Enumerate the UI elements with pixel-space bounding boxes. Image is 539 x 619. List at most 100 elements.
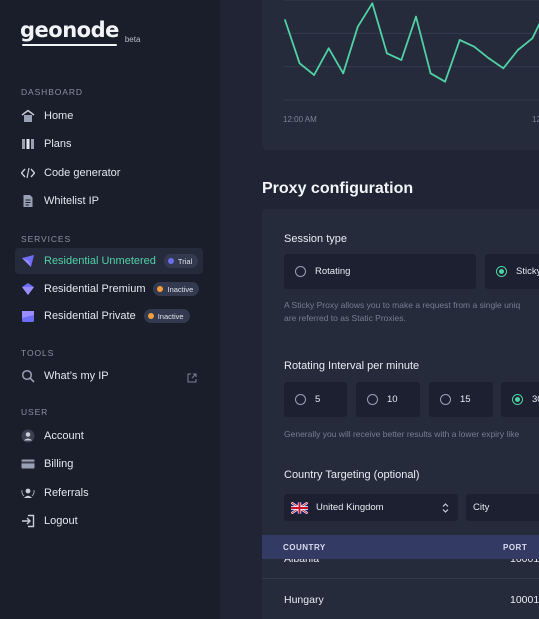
column-header-country: COUNTRY [283, 543, 326, 552]
radio-selected[interactable] [512, 394, 523, 405]
usage-chart-card: 12:00 AM 12 [262, 0, 539, 150]
interval-option-5[interactable]: 5 [284, 382, 347, 417]
series-line [284, 2, 539, 83]
unmetered-icon [21, 254, 35, 268]
sidebar-item-logout[interactable]: Logout [15, 508, 203, 534]
section-user: USER [21, 407, 49, 417]
sidebar-item-label: Residential Unmetered [44, 255, 156, 267]
data-point [516, 49, 519, 51]
country-cell: Hungary [284, 594, 324, 606]
radio-unselected[interactable] [295, 266, 306, 277]
x-tick-label: 12 [532, 115, 539, 124]
plans-icon [21, 137, 35, 151]
document-icon [21, 194, 35, 208]
sidebar-item-label: Referrals [44, 487, 89, 499]
trial-badge: Trial [163, 254, 199, 268]
status-dot [157, 286, 164, 292]
option-label: 10 [387, 394, 398, 405]
help-line: A Sticky Proxy allows you to make a requ… [284, 300, 521, 310]
sidebar-item-whitelist-ip[interactable]: Whitelist IP [15, 188, 203, 214]
data-point [327, 47, 330, 50]
beta-tag: beta [124, 35, 141, 44]
sidebar: geonode beta DASHBOARD Home Plans Code g… [0, 0, 220, 619]
data-point [531, 37, 534, 40]
sidebar-item-label: Residential Premium [44, 283, 146, 295]
data-point [444, 80, 447, 83]
sidebar-item-code-generator[interactable]: Code generator [15, 160, 203, 186]
data-point [502, 67, 505, 70]
table-header-overlay: COUNTRY PORT [262, 535, 539, 559]
data-point [356, 25, 359, 28]
sidebar-item-plans[interactable]: Plans [15, 131, 203, 157]
data-point [473, 45, 476, 48]
country-select-value: United Kingdom [316, 502, 384, 513]
sidebar-item-label: Code generator [44, 167, 121, 179]
sidebar-item-label: What’s my IP [44, 370, 109, 382]
search-icon [21, 369, 35, 383]
code-icon [21, 166, 35, 180]
sidebar-item-residential-private[interactable]: Residential Private Inactive [15, 303, 203, 329]
sidebar-item-label: Plans [44, 138, 72, 150]
data-point [487, 57, 490, 60]
sidebar-item-label: Whitelist IP [44, 195, 100, 207]
interval-help-text: Generally you will receive better result… [284, 429, 520, 439]
data-point [371, 2, 374, 5]
help-line: are referred to as Static Proxies. [284, 313, 406, 323]
data-point [313, 74, 316, 76]
data-point [385, 52, 388, 55]
sidebar-item-residential-unmetered[interactable]: Residential Unmetered Trial [15, 248, 203, 274]
external-link-icon[interactable] [187, 370, 197, 388]
data-point [429, 72, 432, 75]
interval-option-10[interactable]: 10 [356, 382, 420, 417]
home-icon [21, 109, 35, 123]
radio-selected[interactable] [496, 266, 507, 277]
session-option-sticky[interactable]: Sticky [485, 254, 539, 289]
rotating-interval-label: Rotating Interval per minute [284, 360, 420, 372]
uk-flag-icon [291, 501, 308, 514]
session-help-text: A Sticky Proxy allows you to make a requ… [284, 299, 520, 325]
session-option-rotating[interactable]: Rotating [284, 254, 476, 289]
sidebar-item-billing[interactable]: Billing [15, 451, 203, 477]
sidebar-item-residential-premium[interactable]: Residential Premium Inactive [15, 276, 203, 302]
user-icon [21, 429, 35, 443]
status-dot [147, 313, 154, 319]
city-select-placeholder: City [473, 502, 490, 513]
sidebar-item-whats-my-ip[interactable]: What’s my IP [15, 363, 203, 389]
option-label: 5 [315, 394, 321, 405]
city-select[interactable]: City [466, 494, 539, 521]
data-point [284, 19, 286, 21]
sidebar-item-referrals[interactable]: Referrals [15, 480, 203, 506]
status-dot [167, 258, 174, 264]
section-services: SERVICES [21, 234, 72, 244]
sidebar-item-label: Logout [44, 515, 78, 527]
country-select[interactable]: United Kingdom [284, 494, 458, 521]
data-point [458, 39, 461, 41]
option-label: Rotating [315, 266, 351, 277]
section-tools: TOOLS [21, 348, 55, 358]
logo[interactable]: geonode beta [20, 18, 141, 46]
interval-option-30[interactable]: 30 [501, 382, 539, 417]
column-header-port: PORT [503, 543, 528, 552]
option-label: 30 [532, 394, 539, 405]
proxy-config-card: Session type Rotating Sticky A Sticky Pr… [262, 209, 539, 619]
sidebar-item-account[interactable]: Account [15, 423, 203, 449]
section-dashboard: DASHBOARD [21, 87, 83, 97]
sidebar-item-label: Residential Private [44, 310, 136, 322]
table-row[interactable]: Hungary 10001 [262, 580, 539, 619]
sidebar-item-label: Billing [44, 458, 74, 470]
data-point [342, 72, 345, 75]
country-targeting-label: Country Targeting (optional) [284, 469, 420, 481]
radio-unselected[interactable] [295, 394, 306, 405]
data-point [415, 15, 417, 18]
private-icon [21, 309, 35, 323]
radio-unselected[interactable] [440, 394, 451, 405]
usage-line-chart [284, 0, 539, 101]
sidebar-item-home[interactable]: Home [15, 103, 203, 129]
session-type-label: Session type [284, 233, 347, 245]
radio-unselected[interactable] [367, 394, 378, 405]
interval-option-15[interactable]: 15 [429, 382, 493, 417]
inactive-badge: Inactive [143, 309, 190, 323]
logout-icon [21, 514, 35, 528]
badge-label: Trial [177, 256, 193, 266]
card-icon [21, 457, 35, 471]
